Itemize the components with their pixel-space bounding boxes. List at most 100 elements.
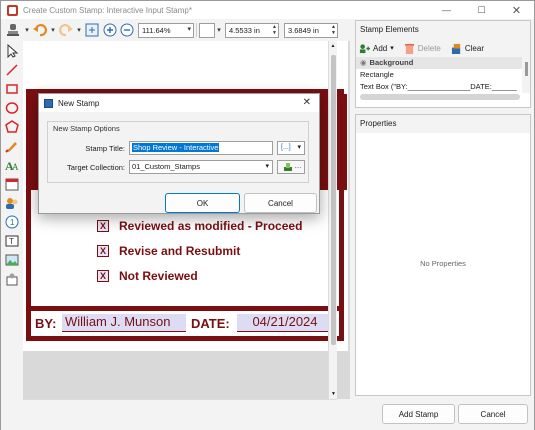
add-stamp-button[interactable]: Add Stamp [382, 404, 455, 424]
by-field[interactable]: William J. Munson [62, 314, 186, 332]
left-tool-strip: AA 1 T [1, 41, 23, 401]
right-panel: Stamp Elements Add ▾ Delete Clear ◉ Back… [355, 19, 531, 399]
by-label: BY: [35, 316, 57, 331]
clear-label: Clear [464, 43, 484, 53]
list-item[interactable]: Text Box ("BY:_______________DATE:______ [356, 81, 522, 93]
add-button[interactable]: Add ▾ [359, 43, 394, 54]
stamp-title-value: Shop Review - Interactive [132, 143, 220, 152]
minimize-button[interactable]: — [429, 1, 464, 19]
stamp-option-row[interactable]: X Reviewed as modified - Proceed [97, 219, 302, 233]
zoom-out-icon[interactable] [118, 22, 135, 38]
add-icon [359, 43, 370, 53]
collapse-icon[interactable]: ◉ [360, 58, 367, 67]
color-dropdown-icon[interactable]: ▾ [215, 22, 223, 38]
target-collection-select[interactable]: 01_Custom_Stamps ▾ [129, 160, 273, 174]
checkbox[interactable]: X [97, 270, 109, 282]
zoom-in-icon[interactable] [101, 22, 118, 38]
cancel-button[interactable]: Cancel [458, 404, 528, 424]
scroll-down-icon[interactable]: ▼ [331, 391, 336, 397]
option-label: Reviewed as modified - Proceed [119, 219, 303, 233]
signature-bar: BY: William J. Munson DATE: 04/21/2024 [31, 306, 339, 336]
delete-label: Delete [417, 43, 441, 53]
user-icon[interactable] [3, 194, 21, 212]
dialog-title-bar: New Stamp ✕ [39, 94, 319, 112]
new-collection-button[interactable]: … [277, 160, 305, 174]
field-options-icon: [...] [281, 144, 291, 151]
dialog-title: New Stamp [58, 98, 100, 108]
stamp-width-input[interactable]: 4.5533 in ▲ ▼ [225, 22, 279, 38]
chevron-down-icon: ▾ [297, 144, 301, 151]
redo-dropdown-icon[interactable]: ▾ [75, 22, 83, 38]
svg-text:A: A [12, 162, 19, 172]
scrollbar-thumb[interactable] [524, 62, 528, 76]
clear-button[interactable]: Clear [451, 43, 484, 54]
stamp-title-label: Stamp Title: [85, 144, 125, 153]
more-icon: … [294, 163, 302, 170]
stamp-option-row[interactable]: X Not Reviewed [97, 269, 198, 283]
rectangle-icon[interactable] [3, 80, 21, 98]
select-arrow-icon[interactable] [3, 42, 21, 60]
signature-icon[interactable] [3, 270, 21, 288]
redo-icon[interactable] [57, 22, 75, 38]
stamp-title-input[interactable]: Shop Review - Interactive [129, 141, 273, 155]
stamp-title-options-button[interactable]: [...] ▾ [277, 141, 305, 155]
toolbar: ▾ ▾ ▾ 111.64% ▾ ▾ 4.5533 in ▲ ▼ 3.6849 i… [1, 19, 351, 41]
spinner-icon[interactable]: ▲ ▼ [331, 24, 336, 36]
dialog-cancel-button[interactable]: Cancel [244, 193, 317, 213]
target-collection-value: 01_Custom_Stamps [132, 162, 200, 171]
dialog-app-icon [44, 98, 53, 108]
panel-title: Properties [356, 115, 530, 133]
chevron-down-icon: ▾ [187, 25, 191, 33]
image-icon[interactable] [3, 251, 21, 269]
polygon-icon[interactable] [3, 118, 21, 136]
chevron-down-icon: ▾ [265, 163, 269, 170]
delete-button[interactable]: Delete [404, 43, 441, 54]
zoom-combo[interactable]: 111.64% ▾ [138, 22, 194, 38]
clear-icon [451, 43, 461, 54]
list-hscrollbar[interactable] [360, 94, 520, 100]
list-item[interactable]: Rectangle [356, 69, 530, 81]
option-label: Revise and Resubmit [119, 244, 241, 258]
svg-text:T: T [9, 237, 14, 246]
option-label: Not Reviewed [119, 269, 198, 283]
stamp-tool-dropdown-icon[interactable]: ▾ [23, 22, 31, 38]
stamp-height-input[interactable]: 3.6849 in ▲ ▼ [284, 22, 338, 38]
scrollbar-thumb[interactable] [331, 55, 336, 345]
target-collection-label: Target Collection: [67, 163, 125, 172]
color-swatch[interactable] [199, 22, 215, 38]
ellipse-icon[interactable] [3, 99, 21, 117]
scroll-up-icon[interactable]: ▲ [329, 43, 337, 49]
stamp-option-row[interactable]: X Revise and Resubmit [97, 244, 240, 258]
spinner-icon[interactable]: ▲ ▼ [272, 24, 277, 36]
list-scrollbar[interactable] [522, 57, 530, 93]
number-icon[interactable]: 1 [3, 213, 21, 231]
maximize-button[interactable]: ☐ [464, 1, 499, 19]
checkbox[interactable]: X [97, 245, 109, 257]
stamp-elements-list: ◉ Background Rectangle Text Box ("BY:____… [356, 57, 530, 100]
undo-dropdown-icon[interactable]: ▾ [49, 22, 57, 38]
stamp-collection-icon [283, 163, 292, 171]
new-stamp-dialog: New Stamp ✕ New Stamp Options Stamp Titl… [38, 93, 320, 214]
close-icon[interactable]: ✕ [303, 97, 311, 108]
list-item[interactable]: ◉ Background [356, 57, 530, 69]
trash-icon [404, 43, 414, 54]
vertical-scrollbar[interactable]: ▲ ▼ [328, 41, 337, 399]
zoom-value: 111.64% [142, 25, 171, 35]
fit-page-icon[interactable] [83, 22, 101, 38]
stamp-tool-icon[interactable] [3, 22, 23, 38]
checkbox[interactable]: X [97, 220, 109, 232]
close-button[interactable]: ✕ [499, 1, 534, 19]
text-field-icon[interactable]: T [3, 232, 21, 250]
new-stamp-options-group: New Stamp Options Stamp Title: Shop Revi… [47, 121, 309, 183]
pen-icon[interactable] [3, 137, 21, 155]
date-label: DATE: [191, 316, 230, 331]
undo-icon[interactable] [31, 22, 49, 38]
date-field[interactable]: 04/21/2024 [237, 314, 333, 332]
ok-button[interactable]: OK [165, 193, 240, 213]
date-icon[interactable] [3, 175, 21, 193]
line-icon[interactable] [3, 61, 21, 79]
create-custom-stamp-window: Create Custom Stamp: Interactive Input S… [0, 0, 535, 430]
text-icon[interactable]: AA [3, 156, 21, 174]
stamp-width-value: 4.5533 in [229, 25, 260, 35]
properties-panel: Properties No Properties [355, 114, 531, 396]
